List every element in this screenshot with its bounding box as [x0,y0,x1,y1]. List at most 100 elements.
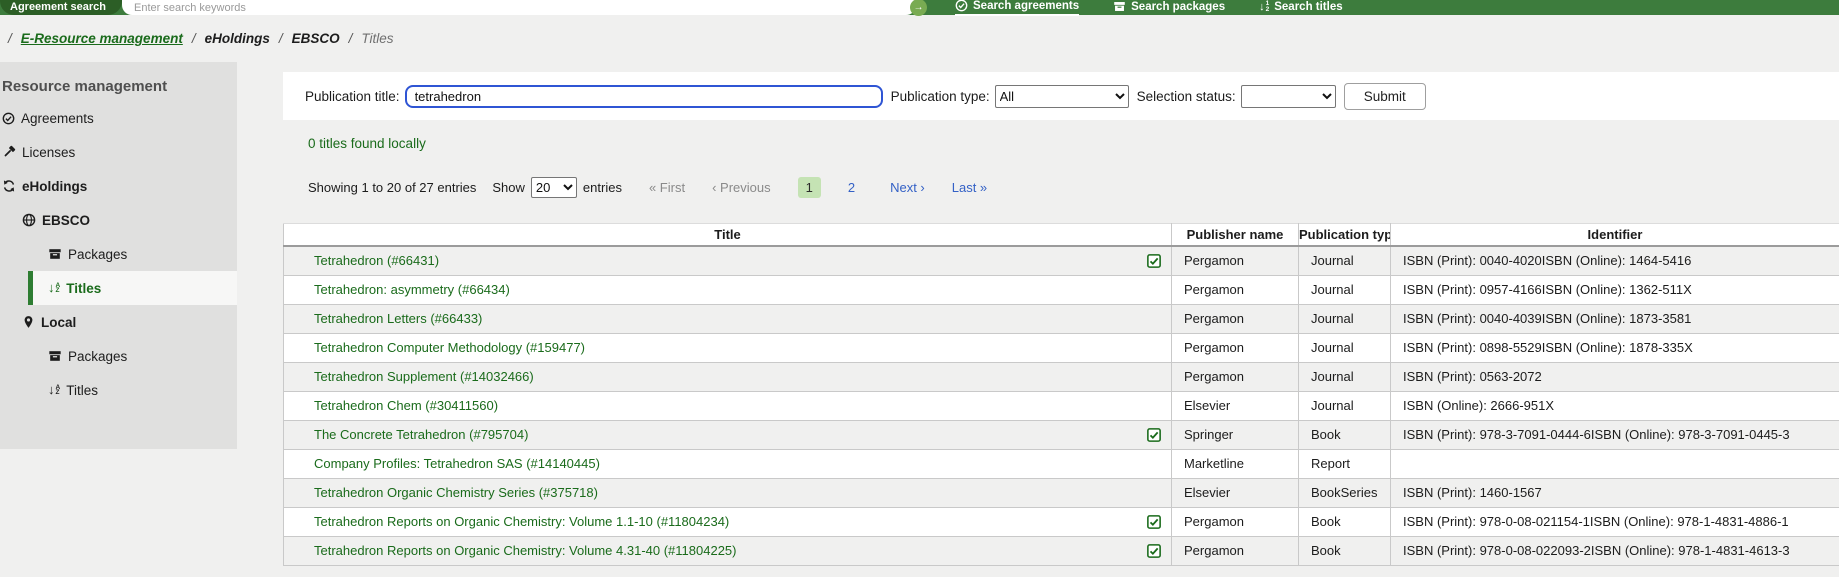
identifier-cell: ISBN (Print): 0898-5529ISBN (Online): 18… [1391,333,1839,362]
selected-check [1147,254,1161,271]
title-link[interactable]: Company Profiles: Tetrahedron SAS (#1414… [314,456,600,471]
gavel-icon [2,145,16,159]
identifier-cell: ISBN (Print): 0040-4020ISBN (Online): 14… [1391,246,1839,275]
title-link[interactable]: Tetrahedron Organic Chemistry Series (#3… [314,485,598,500]
checkbox-checked-icon [1147,544,1161,558]
checkbox-checked-icon [1147,254,1161,268]
identifier-cell: ISBN (Print): 0563-2072 [1391,362,1839,391]
title-link[interactable]: The Concrete Tetrahedron (#795704) [314,427,528,442]
table-row: Company Profiles: Tetrahedron SAS (#1414… [284,449,1839,478]
previous-page-button[interactable]: ‹ Previous [712,180,771,195]
top-nav-search-titles[interactable]: ↓12Search titles [1259,1,1343,15]
keyword-search-input[interactable] [122,0,916,15]
sidebar-item-licenses[interactable]: Licenses [0,135,237,169]
check-circle-icon [955,0,968,12]
top-nav-search-packages[interactable]: Search packages [1113,0,1225,15]
selected-check [1147,428,1161,445]
top-nav: Search agreements Search packages ↓12Sear… [955,0,1343,15]
table-row: Tetrahedron Reports on Organic Chemistry… [284,536,1839,565]
breadcrumb-separator: / [8,31,12,46]
page-button-2[interactable]: 2 [840,177,863,198]
sidebar-title: Resource management [0,64,237,101]
sort-az-icon: ↓AZ [48,384,60,396]
identifier-cell [1391,449,1839,478]
identifier-cell: ISBN (Print): 978-3-7091-0444-6ISBN (Onl… [1391,420,1839,449]
table-row: Tetrahedron: asymmetry (#66434) Pergamon… [284,275,1839,304]
sidebar-item-titles[interactable]: ↓AZTitles [28,271,237,305]
column-header-title: Title [284,224,1172,247]
sidebar-item-packages[interactable]: Packages [0,339,237,373]
title-link[interactable]: Tetrahedron Letters (#66433) [314,311,482,326]
agreement-search-tab[interactable]: Agreement search [0,0,122,15]
sidebar-item-local[interactable]: Local [0,305,237,339]
publisher-cell: Elsevier [1172,391,1299,420]
showing-entries-text: Showing 1 to 20 of 27 entries [308,180,476,195]
title-link[interactable]: Tetrahedron Chem (#30411560) [314,398,498,413]
publication-type-cell: Report [1299,449,1391,478]
breadcrumb-ebsco[interactable]: EBSCO [292,31,340,46]
table-row: Tetrahedron Supplement (#14032466) Perga… [284,362,1839,391]
sort-numeric-icon: ↓12 [1259,1,1269,12]
title-link[interactable]: Tetrahedron (#66431) [314,253,439,268]
sidebar-item-packages[interactable]: Packages [0,237,237,271]
title-link[interactable]: Tetrahedron: asymmetry (#66434) [314,282,510,297]
identifier-cell: ISBN (Print): 978-0-08-022093-2ISBN (Onl… [1391,536,1839,565]
title-link[interactable]: Tetrahedron Reports on Organic Chemistry… [314,514,729,529]
top-nav-search-agreements[interactable]: Search agreements [955,0,1079,16]
first-page-button[interactable]: « First [649,180,685,195]
submit-button[interactable]: Submit [1344,83,1426,110]
sidebar-item-eholdings[interactable]: eHoldings [0,169,237,203]
breadcrumb: /E-Resource management/eHoldings/EBSCO/T… [0,15,1839,62]
publication-type-cell: Journal [1299,304,1391,333]
table-controls: Showing 1 to 20 of 27 entries Show 20 en… [308,177,1839,198]
table-row: The Concrete Tetrahedron (#795704) Sprin… [284,420,1839,449]
publisher-cell: Elsevier [1172,478,1299,507]
identifier-cell: ISBN (Print): 0040-4039ISBN (Online): 18… [1391,304,1839,333]
breadcrumb-eholdings[interactable]: eHoldings [205,31,270,46]
identifier-cell: ISBN (Print): 978-0-08-021154-1ISBN (Onl… [1391,507,1839,536]
column-header-identifier: Identifier [1391,224,1839,247]
publisher-cell: Pergamon [1172,536,1299,565]
last-page-button[interactable]: Last » [952,180,987,195]
publication-type-cell: Journal [1299,362,1391,391]
titles-table: TitlePublisher namePublication typeIdent… [283,223,1839,566]
title-link[interactable]: Tetrahedron Supplement (#14032466) [314,369,534,384]
search-go-button[interactable]: → [910,0,927,16]
sidebar-item-agreements[interactable]: Agreements [0,101,237,135]
publisher-cell: Pergamon [1172,246,1299,275]
table-row: Tetrahedron Computer Methodology (#15947… [284,333,1839,362]
entries-label: entries [583,180,622,195]
identifier-cell: ISBN (Print): 0957-4166ISBN (Online): 13… [1391,275,1839,304]
page-button-1[interactable]: 1 [798,177,821,198]
table-header-row: TitlePublisher namePublication typeIdent… [284,224,1839,247]
publisher-cell: Pergamon [1172,304,1299,333]
pin-icon [22,315,35,329]
sidebar-item-ebsco[interactable]: EBSCO [0,203,237,237]
publisher-cell: Pergamon [1172,507,1299,536]
archive-icon [48,349,62,363]
next-page-button[interactable]: Next › [890,180,925,195]
selection-status-select[interactable] [1241,85,1336,108]
local-count-text: 0 titles found locally [308,136,1839,151]
publisher-cell: Pergamon [1172,275,1299,304]
show-label: Show [492,180,525,195]
sidebar-item-titles[interactable]: ↓AZTitles [0,373,237,407]
identifier-cell: ISBN (Print): 1460-1567 [1391,478,1839,507]
publication-type-cell: Book [1299,507,1391,536]
identifier-cell: ISBN (Online): 2666-951X [1391,391,1839,420]
table-row: Tetrahedron Reports on Organic Chemistry… [284,507,1839,536]
table-row: Tetrahedron (#66431) Pergamon Journal IS… [284,246,1839,275]
title-link[interactable]: Tetrahedron Computer Methodology (#15947… [314,340,585,355]
top-app-bar: Agreement search → Search agreements Sea… [0,0,1839,15]
column-header-publication-type: Publication type [1299,224,1391,247]
breadcrumb-e-resource-management[interactable]: E-Resource management [21,31,183,46]
breadcrumb-separator: / [192,31,196,46]
publisher-cell: Pergamon [1172,333,1299,362]
page-size-select[interactable]: 20 [531,177,577,198]
publication-title-label: Publication title: [305,89,400,104]
title-link[interactable]: Tetrahedron Reports on Organic Chemistry… [314,543,737,558]
publication-title-input[interactable] [405,85,883,108]
publication-type-cell: BookSeries [1299,478,1391,507]
publication-type-select[interactable]: All [995,85,1129,108]
checkbox-checked-icon [1147,428,1161,442]
